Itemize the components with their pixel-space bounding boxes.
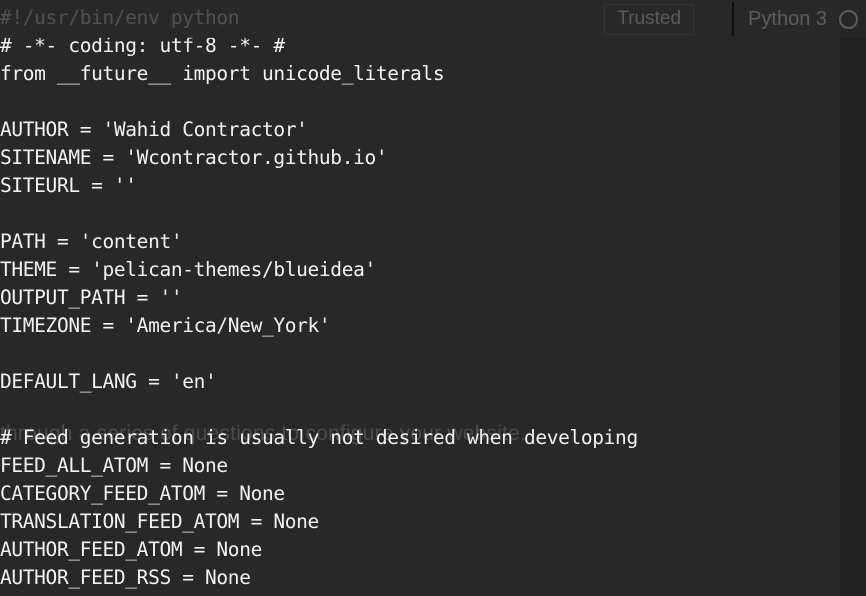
code-line[interactable]: DEFAULT_LANG = 'en' — [0, 372, 217, 392]
code-line[interactable]: THEME = 'pelican-themes/blueidea' — [0, 260, 376, 280]
notebook-page: through a series of questions to configu… — [0, 0, 866, 596]
code-line[interactable]: AUTHOR_FEED_RSS = None — [0, 568, 251, 588]
code-line[interactable]: SITEURL = '' — [0, 176, 137, 196]
code-line[interactable]: # -*- coding: utf-8 -*- # — [0, 36, 285, 56]
toolbar-divider — [732, 2, 735, 36]
kernel-name-label: Python 3 — [748, 8, 827, 30]
code-line[interactable]: TRANSLATION_FEED_ATOM = None — [0, 512, 319, 532]
code-line[interactable]: PATH = 'content' — [0, 232, 183, 252]
circle-idle-icon — [839, 9, 858, 29]
code-line[interactable]: SITENAME = 'Wcontractor.github.io' — [0, 148, 388, 168]
code-line[interactable]: OUTPUT_PATH = '' — [0, 288, 183, 308]
kernel-indicator[interactable]: Python 3 — [748, 9, 858, 29]
code-line[interactable]: FEED_ALL_ATOM = None — [0, 456, 228, 476]
code-line[interactable]: TIMEZONE = 'America/New_York' — [0, 316, 331, 336]
code-line[interactable]: AUTHOR = 'Wahid Contractor' — [0, 120, 308, 140]
code-line[interactable]: # Feed generation is usually not desired… — [0, 428, 638, 448]
code-line[interactable]: CATEGORY_FEED_ATOM = None — [0, 484, 285, 504]
code-line[interactable]: AUTHOR_FEED_ATOM = None — [0, 540, 262, 560]
notebook-toolbar: Trusted Python 3 — [0, 0, 866, 38]
code-line[interactable]: from __future__ import unicode_literals — [0, 64, 445, 84]
trusted-button[interactable]: Trusted — [604, 3, 695, 35]
